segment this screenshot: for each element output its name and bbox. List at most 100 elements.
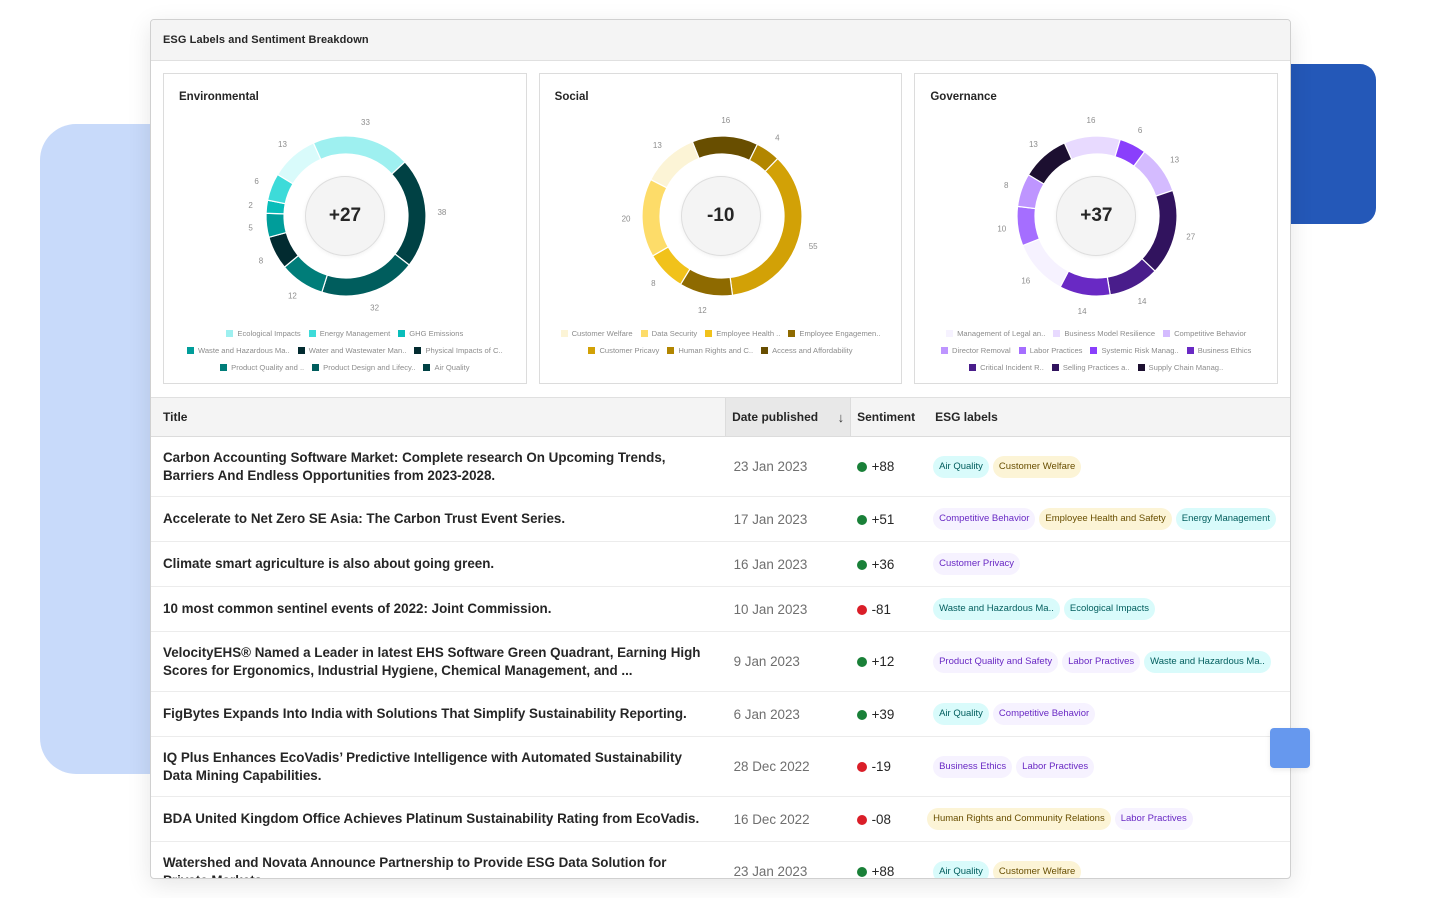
donut-slice[interactable]	[321, 253, 411, 297]
esg-label-chip[interactable]: Air Quality	[933, 860, 989, 878]
legend-item[interactable]: Product Design and Lifecy..	[312, 362, 415, 373]
donut-slice[interactable]	[390, 161, 427, 266]
table-row[interactable]: BDA United Kingdom Office Achieves Plati…	[151, 796, 1290, 842]
sentiment-cell: -81	[850, 586, 928, 632]
esg-label-chip[interactable]: Labor Practives	[1114, 808, 1193, 830]
legend-item[interactable]: Access and Affordability	[761, 345, 853, 356]
table-row[interactable]: IQ Plus Enhances EcoVadis’ Predictive In…	[151, 736, 1290, 797]
esg-label-chip[interactable]: Customer Privacy	[933, 553, 1021, 575]
esg-label-chip[interactable]: Ecological Impacts	[1063, 598, 1156, 620]
esg-breakdown-panel: ESG Labels and Sentiment Breakdown Envir…	[150, 19, 1291, 879]
legend-item[interactable]: Critical Incident R..	[969, 362, 1044, 373]
esg-label-chip[interactable]: Energy Management	[1175, 508, 1276, 530]
legend-item[interactable]: GHG Emissions	[398, 328, 463, 339]
legend-item[interactable]: Labor Practices	[1018, 345, 1083, 356]
slice-value-label: 8	[1004, 181, 1009, 190]
legend-item[interactable]: Ecological Impacts	[226, 328, 301, 339]
article-title[interactable]: Watershed and Novata Announce Partnershi…	[151, 841, 726, 878]
legend-swatch-icon	[1137, 364, 1145, 371]
esg-label-chip[interactable]: Competitive Behavior	[992, 703, 1096, 725]
column-header-title[interactable]: Title	[151, 397, 726, 437]
donut-slice[interactable]	[1106, 257, 1157, 296]
donut-slice[interactable]	[641, 178, 669, 257]
table-row[interactable]: FigBytes Expands Into India with Solutio…	[151, 691, 1290, 737]
table-row[interactable]: 10 most common sentinel events of 2022: …	[151, 586, 1290, 632]
esg-label-chip[interactable]: Human Rights and Community Relations	[927, 808, 1111, 830]
table-row[interactable]: Climate smart agriculture is also about …	[151, 541, 1290, 587]
donut-slice[interactable]	[312, 135, 406, 175]
column-header-esg-labels[interactable]: ESG labels	[927, 397, 1290, 437]
donut-slice[interactable]	[1133, 150, 1174, 197]
date-published: 16 Jan 2023	[725, 541, 851, 587]
esg-labels-cell: Waste and Hazardous Ma.. Ecological Impac…	[927, 586, 1290, 632]
donut-slice[interactable]	[1016, 205, 1041, 247]
table-row[interactable]: Watershed and Novata Announce Partnershi…	[151, 841, 1290, 878]
esg-label-chip[interactable]: Product Quality and Safety	[933, 650, 1059, 673]
legend-item[interactable]: Employee Health ..	[705, 328, 780, 339]
legend-label: Water and Wastewater Man..	[308, 346, 407, 355]
donut-slice[interactable]	[276, 142, 322, 185]
slice-value-label: 55	[808, 242, 817, 251]
article-title[interactable]: FigBytes Expands Into India with Solutio…	[151, 691, 726, 737]
legend-item[interactable]: Competitive Behavior	[1163, 328, 1246, 339]
legend-item[interactable]: Customer Welfare	[560, 328, 633, 339]
legend-item[interactable]: Systemic Risk Manag..	[1090, 345, 1179, 356]
sentiment-cell: +39	[850, 691, 928, 737]
donut-slice[interactable]	[1027, 142, 1073, 185]
article-title[interactable]: Climate smart agriculture is also about …	[151, 541, 726, 587]
column-header-date[interactable]: Date published ↓	[725, 397, 852, 437]
arrow-down-icon[interactable]: ↓	[838, 410, 845, 425]
legend-item[interactable]: Selling Practices a..	[1051, 362, 1130, 373]
esg-label-chip[interactable]: Labor Practives	[1062, 650, 1141, 673]
article-title[interactable]: BDA United Kingdom Office Achieves Plati…	[151, 796, 726, 842]
esg-label-chip[interactable]: Waste and Hazardous Ma..	[1144, 650, 1271, 673]
article-title[interactable]: IQ Plus Enhances EcoVadis’ Predictive In…	[151, 736, 726, 797]
legend-item[interactable]: Water and Wastewater Man..	[297, 345, 407, 356]
legend-item[interactable]: Human Rights and C..	[667, 345, 753, 356]
article-title[interactable]: 10 most common sentinel events of 2022: …	[151, 586, 726, 632]
column-header-sentiment[interactable]: Sentiment	[850, 397, 928, 437]
donut-slice[interactable]	[1059, 270, 1112, 297]
legend-item[interactable]: Business Model Resilience	[1053, 328, 1155, 339]
legend-label: Labor Practices	[1029, 346, 1083, 355]
article-title[interactable]: Accelerate to Net Zero SE Asia: The Carb…	[151, 496, 726, 542]
slice-value-label: 13	[278, 140, 287, 149]
esg-label-chip[interactable]: Employee Health and Safety	[1039, 508, 1172, 530]
esg-label-chip[interactable]: Air Quality	[933, 703, 989, 725]
donut-slice[interactable]	[265, 212, 287, 239]
esg-label-chip[interactable]: Business Ethics	[933, 755, 1013, 778]
esg-label-chip[interactable]: Labor Practives	[1016, 755, 1095, 778]
legend-item[interactable]: Air Quality	[423, 362, 470, 373]
sentiment-dot-icon	[856, 462, 867, 472]
esg-label-chip[interactable]: Customer Welfare	[992, 860, 1082, 878]
legend-label: Energy Management	[319, 329, 391, 338]
esg-label-chip[interactable]: Customer Welfare	[992, 455, 1082, 478]
legend-item[interactable]: Employee Engagemen..	[788, 328, 880, 339]
table-row[interactable]: Accelerate to Net Zero SE Asia: The Carb…	[151, 496, 1290, 542]
slice-value-label: 8	[651, 279, 656, 288]
legend-item[interactable]: Data Security	[640, 328, 697, 339]
legend-item[interactable]: Physical Impacts of C..	[414, 345, 503, 356]
legend-item[interactable]: Business Ethics	[1186, 345, 1251, 356]
legend-item[interactable]: Energy Management	[308, 328, 391, 339]
table-row[interactable]: VelocityEHS® Named a Leader in latest EH…	[151, 631, 1290, 692]
article-title[interactable]: VelocityEHS® Named a Leader in latest EH…	[151, 631, 726, 692]
date-published: 10 Jan 2023	[725, 586, 851, 632]
article-title[interactable]: Carbon Accounting Software Market: Compl…	[151, 436, 726, 497]
donut-slice[interactable]	[1141, 189, 1178, 272]
esg-label-chip[interactable]: Air Quality	[933, 455, 989, 478]
donut-slice[interactable]	[691, 135, 758, 162]
esg-label-chip[interactable]: Waste and Hazardous Ma..	[933, 598, 1060, 620]
score-badge: +37	[1056, 176, 1137, 256]
donut-slice[interactable]	[679, 268, 733, 297]
legend-item[interactable]: Management of Legal an..	[946, 328, 1045, 339]
legend-item[interactable]: Supply Chain Manag..	[1137, 362, 1223, 373]
legend-item[interactable]: Waste and Hazardous Ma..	[186, 345, 290, 356]
esg-label-chip[interactable]: Competitive Behavior	[933, 508, 1036, 530]
legend-item[interactable]: Product Quality and ..	[220, 362, 304, 373]
legend-item[interactable]: Director Removal	[941, 345, 1011, 356]
donut-slice[interactable]	[1063, 135, 1122, 161]
sentiment-score: +88	[871, 459, 895, 474]
legend-item[interactable]: Customer Pricavy	[588, 345, 659, 356]
table-row[interactable]: Carbon Accounting Software Market: Compl…	[151, 436, 1290, 497]
